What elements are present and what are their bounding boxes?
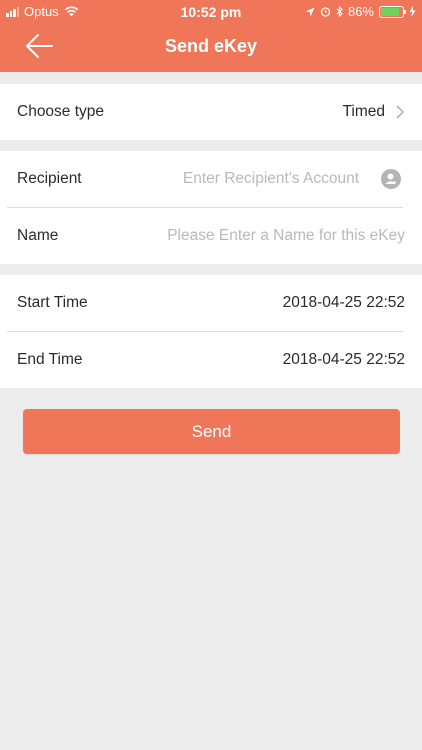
end-time-value[interactable]: 2018-04-25 22:52 xyxy=(283,351,405,369)
page-title: Send eKey xyxy=(164,36,258,56)
header-bar: Optus 10:52 pm 86% Send eKey xyxy=(0,0,422,72)
choose-type-label: Choose type xyxy=(17,103,105,120)
send-button[interactable]: Send xyxy=(23,409,400,454)
end-time-row[interactable]: End Time 2018-04-25 22:52 xyxy=(0,332,422,388)
recipient-section: Recipient Enter Recipient's Account Name… xyxy=(0,151,422,264)
contact-icon[interactable] xyxy=(381,169,401,189)
charging-icon xyxy=(409,6,416,17)
choose-type-row[interactable]: Choose type Timed xyxy=(0,84,422,140)
time-section: Start Time 2018-04-25 22:52 End Time 201… xyxy=(0,275,422,388)
alarm-icon xyxy=(320,7,331,17)
recipient-row[interactable]: Recipient Enter Recipient's Account xyxy=(0,151,422,207)
start-time-row[interactable]: Start Time 2018-04-25 22:52 xyxy=(0,275,422,331)
battery-level xyxy=(381,7,400,16)
status-bar: Optus 10:52 pm 86% xyxy=(0,0,422,24)
start-time-value[interactable]: 2018-04-25 22:52 xyxy=(283,294,405,312)
end-time-label: End Time xyxy=(17,351,83,368)
name-label: Name xyxy=(17,227,59,244)
start-time-label: Start Time xyxy=(17,294,88,311)
choose-type-value: Timed xyxy=(342,103,386,120)
name-input[interactable]: Please Enter a Name for this eKey xyxy=(167,227,405,245)
location-icon xyxy=(305,7,315,16)
bluetooth-icon xyxy=(336,6,343,17)
recipient-input[interactable]: Enter Recipient's Account xyxy=(183,170,359,188)
name-row[interactable]: Name Please Enter a Name for this eKey xyxy=(0,208,422,264)
person-icon xyxy=(385,173,396,184)
type-section: Choose type Timed xyxy=(0,84,422,140)
battery-icon xyxy=(379,5,406,18)
battery-percent: 86% xyxy=(347,4,374,19)
status-right: 86% xyxy=(305,4,416,19)
chevron-right-icon xyxy=(396,105,405,119)
recipient-label: Recipient xyxy=(17,170,82,187)
